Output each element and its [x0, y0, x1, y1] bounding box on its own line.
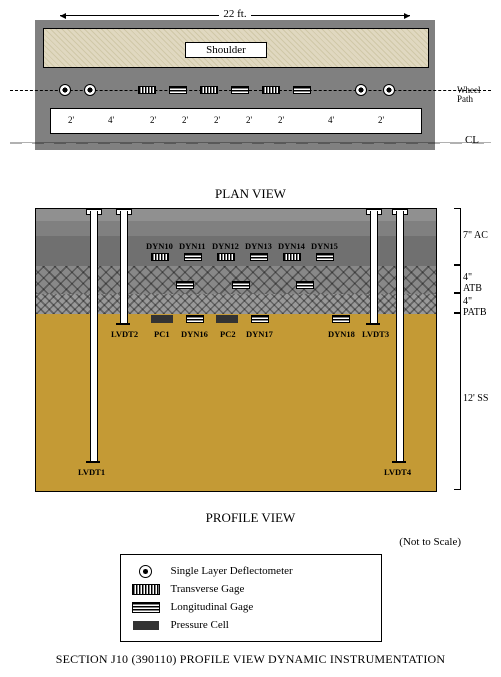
longitudinal-gage-icon [231, 86, 249, 94]
dim-bracket [454, 293, 461, 313]
dyn-label: DYN16 [181, 329, 208, 339]
dyn-label: DYN12 [212, 241, 239, 251]
wheel-path-label: Wheel Path [457, 86, 489, 104]
legend: Single Layer Deflectometer Transverse Ga… [120, 554, 382, 642]
top-dimension-text: 22 ft. [219, 8, 250, 20]
transverse-gage-icon [262, 86, 280, 94]
profile-view: DYN10 DYN11 DYN12 DYN13 DYN14 DYN15 LVDT… [10, 208, 491, 504]
dim-bracket [454, 265, 461, 293]
longitudinal-gage-icon [293, 86, 311, 94]
pressure-cell-icon [131, 619, 161, 631]
lvdt-pipe-icon [396, 211, 404, 461]
legend-label: Longitudinal Gage [171, 601, 254, 613]
longitudinal-gage-icon [169, 86, 187, 94]
lvdt-label: LVDT2 [111, 329, 138, 339]
legend-label: Pressure Cell [171, 619, 229, 631]
transverse-gage-icon [138, 86, 156, 94]
longitudinal-gage-icon [131, 601, 161, 613]
footer-title: SECTION J10 (390110) PROFILE VIEW DYNAMI… [10, 652, 491, 667]
layer-dim: 4" PATB [463, 296, 497, 318]
dim-seg: 2' [182, 115, 188, 125]
dim-seg: 2' [150, 115, 156, 125]
centerline [10, 142, 491, 144]
pc-label: PC2 [220, 329, 236, 339]
lvdt-foot-icon [366, 323, 380, 325]
dimension-strip [50, 108, 422, 134]
dim-seg: 2' [68, 115, 74, 125]
transverse-gage-icon [151, 253, 169, 261]
dyn-label: DYN11 [179, 241, 205, 251]
plan-view-title: PLAN VIEW [10, 186, 491, 202]
lvdt-pipe-icon [90, 211, 98, 461]
longitudinal-gage-icon [176, 281, 194, 289]
legend-row: Single Layer Deflectometer [131, 563, 371, 579]
legend-row: Pressure Cell [131, 617, 371, 633]
dim-bracket [454, 208, 461, 265]
dyn-label: DYN15 [311, 241, 338, 251]
dim-seg: 2' [378, 115, 384, 125]
dyn-label: DYN17 [246, 329, 273, 339]
deflectometer-icon [383, 84, 395, 96]
lvdt-foot-icon [392, 461, 406, 463]
longitudinal-gage-icon [232, 281, 250, 289]
deflectometer-icon [84, 84, 96, 96]
deflectometer-icon [59, 84, 71, 96]
lvdt-pipe-icon [370, 211, 378, 323]
layer-dim: 12' SS [463, 393, 491, 404]
longitudinal-gage-icon [316, 253, 334, 261]
dyn-label: DYN18 [328, 329, 355, 339]
layer-dim: 4" ATB [463, 272, 491, 294]
cl-label: CL [465, 134, 479, 146]
pressure-cell-icon [216, 315, 238, 323]
shoulder-label: Shoulder [185, 42, 267, 58]
pc-label: PC1 [154, 329, 170, 339]
dim-seg: 2' [246, 115, 252, 125]
longitudinal-gage-icon [250, 253, 268, 261]
deflectometer-icon [355, 84, 367, 96]
deflectometer-icon [131, 565, 161, 577]
top-dimension: 22 ft. [60, 8, 410, 20]
transverse-gage-icon [200, 86, 218, 94]
dim-seg: 4' [108, 115, 114, 125]
dyn-label: DYN13 [245, 241, 272, 251]
longitudinal-gage-icon [296, 281, 314, 289]
legend-row: Transverse Gage [131, 581, 371, 597]
plan-view: 22 ft. Shoulder Wheel Path CL 2' 4' 2' 2… [10, 10, 491, 180]
longitudinal-gage-icon [184, 253, 202, 261]
longitudinal-gage-icon [332, 315, 350, 323]
lvdt-label: LVDT4 [384, 467, 411, 477]
lvdt-label: LVDT1 [78, 467, 105, 477]
legend-label: Transverse Gage [171, 583, 245, 595]
legend-row: Longitudinal Gage [131, 599, 371, 615]
profile-view-title: PROFILE VIEW [10, 510, 491, 526]
not-to-scale: (Not to Scale) [10, 536, 461, 548]
legend-label: Single Layer Deflectometer [171, 565, 293, 577]
lvdt-pipe-icon [120, 211, 128, 323]
transverse-gage-icon [131, 583, 161, 595]
dim-bracket [454, 313, 461, 490]
lvdt-label: LVDT3 [362, 329, 389, 339]
longitudinal-gage-icon [186, 315, 204, 323]
layer-dim: 7" AC [463, 230, 491, 241]
dim-seg: 4' [328, 115, 334, 125]
profile-outline: DYN10 DYN11 DYN12 DYN13 DYN14 DYN15 LVDT… [35, 208, 437, 492]
transverse-gage-icon [217, 253, 235, 261]
dim-seg: 2' [214, 115, 220, 125]
lvdt-foot-icon [86, 461, 100, 463]
dyn-label: DYN14 [278, 241, 305, 251]
wheel-path-line [10, 90, 491, 91]
longitudinal-gage-icon [251, 315, 269, 323]
transverse-gage-icon [283, 253, 301, 261]
dyn-label: DYN10 [146, 241, 173, 251]
lvdt-foot-icon [116, 323, 130, 325]
dim-seg: 2' [278, 115, 284, 125]
pressure-cell-icon [151, 315, 173, 323]
